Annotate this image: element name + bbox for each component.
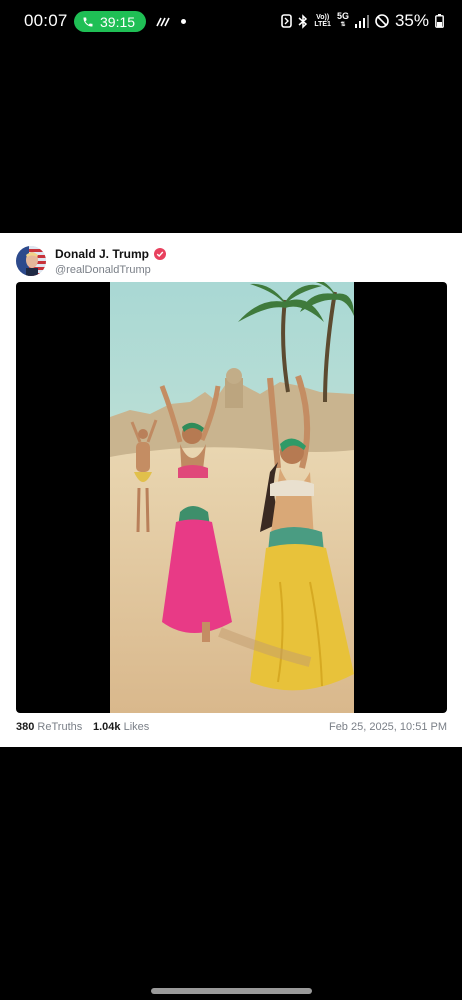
post-card[interactable]: Donald J. Trump @realDonaldTrump 380 ReT…	[0, 233, 462, 747]
status-bar: 00:07 39:15 Vo)) LTE1 5G ⇅ 35%	[0, 0, 462, 44]
phone-screen: 00:07 39:15 Vo)) LTE1 5G ⇅ 35% Donald J.…	[0, 0, 462, 1000]
author-display-name[interactable]: Donald J. Trump	[55, 247, 167, 261]
author-name-text: Donald J. Trump	[55, 247, 150, 261]
post-timestamp: Feb 25, 2025, 10:51 PM	[328, 721, 447, 733]
post-video[interactable]	[16, 282, 447, 713]
network-5g-indicator: 5G ⇅	[336, 11, 349, 29]
5g-label: 5G	[336, 11, 349, 21]
do-not-disturb-icon	[375, 14, 389, 28]
likes-count: 1.04k	[93, 721, 121, 733]
verified-badge-icon	[154, 248, 167, 260]
status-icons: Vo)) LTE1 5G ⇅ 35%	[281, 11, 444, 31]
retruths-stat[interactable]: 380 ReTruths	[16, 721, 82, 733]
wifi-calling-icon	[156, 17, 170, 27]
ongoing-call-pill[interactable]: 39:15	[74, 11, 146, 32]
retruths-count: 380	[16, 721, 35, 733]
call-timer: 39:15	[100, 13, 136, 30]
volte-label: Vo))	[316, 14, 330, 21]
post-stats: 380 ReTruths 1.04k Likes Feb 25, 2025, 1…	[16, 721, 447, 737]
likes-label: Likes	[123, 721, 150, 733]
likes-stat[interactable]: 1.04k Likes	[93, 721, 149, 733]
home-indicator[interactable]	[151, 988, 312, 994]
retruths-label: ReTruths	[37, 721, 83, 733]
phone-icon	[83, 17, 93, 26]
network-volte-indicator: Vo)) LTE1	[314, 14, 331, 28]
notification-dot	[181, 19, 186, 24]
bluetooth-icon	[298, 13, 308, 29]
lte-label: LTE1	[314, 21, 331, 28]
author-handle[interactable]: @realDonaldTrump	[55, 264, 151, 276]
status-time: 00:07	[24, 11, 68, 30]
battery-icon	[435, 14, 444, 28]
nfc-icon	[281, 14, 293, 28]
avatar[interactable]	[16, 246, 46, 276]
video-frame-beach-dancers	[110, 282, 354, 713]
signal-icon	[354, 14, 369, 28]
battery-percent: 35%	[394, 11, 429, 30]
flag-avatar-icon	[16, 246, 46, 276]
